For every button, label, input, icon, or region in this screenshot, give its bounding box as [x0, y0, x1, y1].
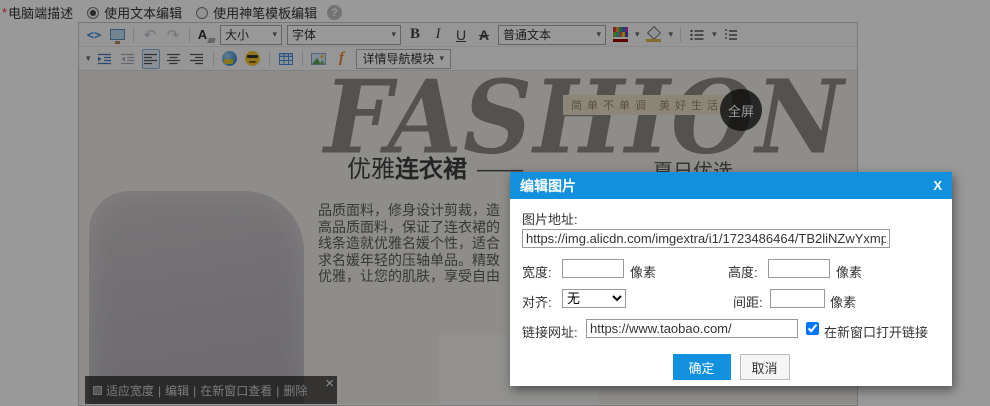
dialog-title: 编辑图片: [520, 176, 576, 196]
cancel-button[interactable]: 取消: [740, 354, 790, 380]
width-label: 宽度:: [522, 262, 552, 281]
edit-image-dialog: 编辑图片 X 图片地址: 宽度: 像素 高度: 像素 对齐: 无 间距: 像素 …: [510, 172, 952, 386]
dialog-footer: 确定 取消: [510, 354, 952, 380]
close-icon[interactable]: X: [933, 178, 942, 193]
width-input[interactable]: [562, 259, 624, 278]
spacing-label: 间距:: [733, 292, 763, 311]
new-window-checkbox[interactable]: [806, 322, 819, 335]
dialog-header: 编辑图片 X: [510, 172, 952, 199]
new-window-label: 在新窗口打开链接: [824, 322, 928, 341]
spacing-input[interactable]: [770, 289, 825, 308]
link-url-input[interactable]: [586, 319, 798, 338]
align-label: 对齐:: [522, 292, 552, 311]
image-url-input[interactable]: [522, 229, 890, 248]
px-unit: 像素: [836, 262, 862, 281]
dialog-body: 图片地址: 宽度: 像素 高度: 像素 对齐: 无 间距: 像素 链接网址: 在…: [510, 199, 952, 386]
height-input[interactable]: [768, 259, 830, 278]
image-url-label: 图片地址:: [522, 209, 578, 228]
px-unit: 像素: [630, 262, 656, 281]
ok-button[interactable]: 确定: [673, 354, 731, 380]
height-label: 高度:: [728, 262, 758, 281]
align-select[interactable]: 无: [562, 289, 626, 308]
px-unit: 像素: [830, 292, 856, 311]
link-url-label: 链接网址:: [522, 322, 578, 341]
